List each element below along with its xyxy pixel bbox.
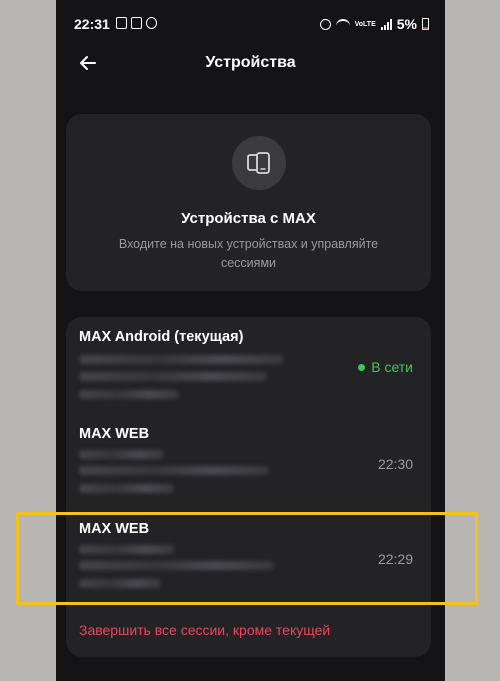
devices-icon-badge <box>232 136 286 190</box>
status-time: 22:31 <box>74 16 110 32</box>
sessions-card: MAX Android (текущая) В сети MAX WEB 22:… <box>66 317 431 657</box>
phone-screen: 22:31 VoLTE 5% Устройства Устройства с M… <box>56 0 445 681</box>
devices-icon <box>247 152 270 174</box>
status-bar: 22:31 VoLTE 5% <box>56 0 445 40</box>
session-name: MAX WEB <box>79 521 150 537</box>
battery-saver-icon <box>116 17 127 29</box>
wifi-icon <box>335 19 350 29</box>
hero-title: Устройства с MAX <box>181 210 316 227</box>
session-name: MAX WEB <box>79 426 150 442</box>
session-item[interactable]: MAX Android (текущая) В сети <box>66 317 431 407</box>
image-icon <box>131 17 142 29</box>
redacted-text <box>79 545 174 554</box>
battery-icon <box>422 18 429 30</box>
session-item[interactable]: MAX WEB 22:30 <box>66 414 431 504</box>
redacted-text <box>79 561 274 570</box>
session-time: 22:30 <box>377 456 413 472</box>
online-status-label: В сети <box>371 359 413 375</box>
page-title: Устройства <box>205 54 296 71</box>
devices-info-card: Устройства с MAX Входите на новых устрой… <box>66 114 431 291</box>
alarm-icon <box>319 18 331 30</box>
terminate-other-sessions-button[interactable]: Завершить все сессии, кроме текущей <box>79 622 330 638</box>
system-icons: VoLTE 5% <box>319 16 429 32</box>
notification-icons <box>116 17 157 29</box>
session-name: MAX Android (текущая) <box>79 329 244 345</box>
session-item[interactable]: MAX WEB 22:29 <box>66 509 431 599</box>
online-status: В сети <box>358 359 413 375</box>
top-app-bar: Устройства <box>56 45 445 81</box>
check-circle-icon <box>146 17 157 29</box>
redacted-text <box>79 355 284 364</box>
redacted-text <box>79 466 269 475</box>
signal-icon <box>380 18 392 30</box>
online-dot-icon <box>358 363 366 371</box>
redacted-text <box>79 450 164 459</box>
hero-subtitle: Входите на новых устройствах и управляйт… <box>118 237 379 270</box>
redacted-text <box>79 372 267 381</box>
battery-percent: 5% <box>396 16 417 32</box>
session-time: 22:29 <box>377 551 413 567</box>
redacted-text <box>79 484 174 493</box>
redacted-text <box>79 390 179 399</box>
redacted-text <box>79 579 161 588</box>
volte-icon: VoLTE <box>354 20 376 28</box>
